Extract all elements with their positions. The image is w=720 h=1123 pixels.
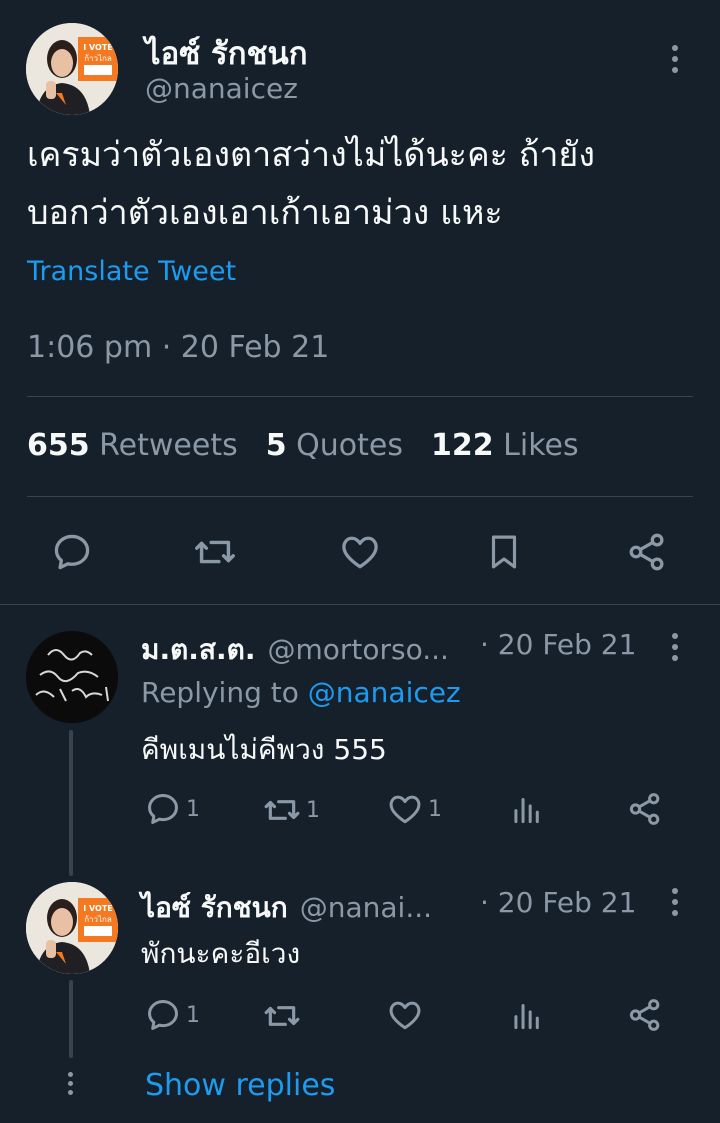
author-avatar-image: I VOTE ก้าวไกล — [26, 23, 118, 115]
share-icon — [629, 999, 660, 1031]
reply-text: พักนะคะอีเวง — [141, 937, 301, 970]
reply-views-button[interactable] — [508, 790, 546, 832]
reply-action-bar: 1 1 1 — [144, 790, 704, 832]
reply-button[interactable] — [48, 528, 96, 576]
reply-more-icon[interactable] — [671, 888, 679, 916]
bookmark-button[interactable] — [480, 528, 528, 576]
retweet-icon — [264, 800, 300, 820]
tweet-timestamp[interactable]: 1:06 pm · 20 Feb 21 — [27, 330, 329, 365]
reply-display-name[interactable]: ม.ต.ส.ต. — [141, 628, 255, 672]
views-icon — [514, 1003, 539, 1030]
reply-header: ม.ต.ส.ต. @mortorso... — [141, 628, 449, 672]
quotes-label: Quotes — [296, 428, 403, 463]
author-avatar[interactable]: I VOTE ก้าวไกล — [26, 23, 118, 115]
retweets-stat[interactable]: 655 Retweets — [27, 428, 238, 463]
author-handle[interactable]: @nanaicez — [145, 72, 298, 105]
reply-icon — [148, 1000, 178, 1030]
retweets-count: 655 — [27, 428, 90, 463]
reply-avatar[interactable] — [26, 631, 118, 723]
retweets-label: Retweets — [99, 428, 238, 463]
thread-connector-line — [69, 980, 73, 1058]
tweet-text-line: เครมว่าตัวเองตาสว่างไม่ได้นะคะ ถ้ายัง — [27, 135, 595, 175]
reply-reply-button[interactable]: 1 — [144, 996, 200, 1034]
tweet-text: เครมว่าตัวเองตาสว่างไม่ได้นะคะ ถ้ายัง บอ… — [27, 126, 697, 242]
reply-retweet-button[interactable] — [262, 996, 302, 1040]
retweet-icon — [195, 540, 235, 564]
reply-share-button[interactable] — [626, 996, 664, 1038]
share-icon — [629, 793, 660, 825]
quotes-stat[interactable]: 5 Quotes — [266, 428, 403, 463]
like-button[interactable] — [336, 528, 384, 576]
retweet-button[interactable] — [191, 528, 239, 576]
like-icon — [342, 536, 378, 569]
like-count: 1 — [428, 796, 442, 822]
author-display-name[interactable]: ไอซ์ รักชนก — [145, 28, 307, 78]
reply-share-button[interactable] — [626, 790, 664, 832]
reply-icon — [54, 534, 90, 570]
tweet-text-line: บอกว่าตัวเองเอาเก้าเอาม่วง แหะ — [27, 193, 503, 233]
share-button[interactable] — [623, 528, 671, 576]
reply-date[interactable]: · 20 Feb 21 — [480, 628, 636, 661]
more-options-icon[interactable] — [671, 45, 679, 73]
views-icon — [514, 797, 539, 824]
replying-to-label: Replying to — [141, 676, 299, 709]
reply-count: 1 — [186, 796, 200, 822]
reply-reply-button[interactable]: 1 — [144, 790, 200, 828]
reply-views-button[interactable] — [508, 996, 546, 1038]
reply-avatar-image — [26, 631, 118, 723]
svg-text:ก้าวไกล: ก้าวไกล — [84, 54, 112, 63]
translate-tweet-link[interactable]: Translate Tweet — [27, 256, 236, 287]
reply-count: 1 — [186, 1002, 200, 1028]
likes-count: 122 — [431, 428, 494, 463]
share-icon — [629, 533, 664, 571]
likes-stat[interactable]: 122 Likes — [431, 428, 579, 463]
reply-retweet-button[interactable]: 1 — [262, 790, 320, 830]
like-icon — [389, 795, 421, 824]
divider — [27, 496, 693, 497]
reply-action-bar: 1 — [144, 996, 704, 1038]
divider — [27, 396, 693, 397]
replying-to: Replying to @nanaicez — [141, 676, 461, 709]
section-divider — [0, 604, 720, 605]
reply-handle[interactable]: @mortorso... — [267, 633, 448, 666]
reply-avatar[interactable]: I VOTE ก้าวไกล — [26, 882, 118, 974]
retweet-icon — [264, 1006, 300, 1026]
like-icon — [389, 1001, 421, 1030]
svg-text:ก้าวไกล: ก้าวไกล — [84, 915, 112, 924]
quotes-count: 5 — [265, 428, 287, 463]
reply-header: ไอซ์ รักชนก @nanai... — [141, 886, 432, 930]
reply-display-name[interactable]: ไอซ์ รักชนก — [141, 886, 288, 930]
replying-to-handle-link[interactable]: @nanaicez — [308, 676, 461, 709]
reply-icon — [148, 794, 178, 824]
svg-text:I VOTE: I VOTE — [83, 43, 113, 52]
svg-text:I VOTE: I VOTE — [83, 904, 113, 913]
bookmark-icon — [491, 535, 517, 569]
engagement-stats: 655 Retweets 5 Quotes 122 Likes — [27, 428, 579, 463]
retweet-count: 1 — [306, 797, 320, 823]
reply-avatar-image: I VOTE ก้าวไกล — [26, 882, 118, 974]
tweet-action-bar — [0, 524, 720, 580]
show-replies-link[interactable]: Show replies — [145, 1068, 335, 1103]
reply-text: คีพเมนไม่คีพวง 555 — [141, 733, 387, 766]
reply-like-button[interactable] — [386, 996, 424, 1038]
likes-label: Likes — [503, 428, 579, 463]
reply-handle[interactable]: @nanai... — [300, 891, 432, 924]
reply-date[interactable]: · 20 Feb 21 — [480, 886, 636, 919]
reply-more-icon[interactable] — [671, 633, 679, 661]
thread-more-dots-icon — [66, 1072, 74, 1095]
reply-like-button[interactable]: 1 — [386, 790, 442, 828]
thread-connector-line — [69, 730, 73, 876]
